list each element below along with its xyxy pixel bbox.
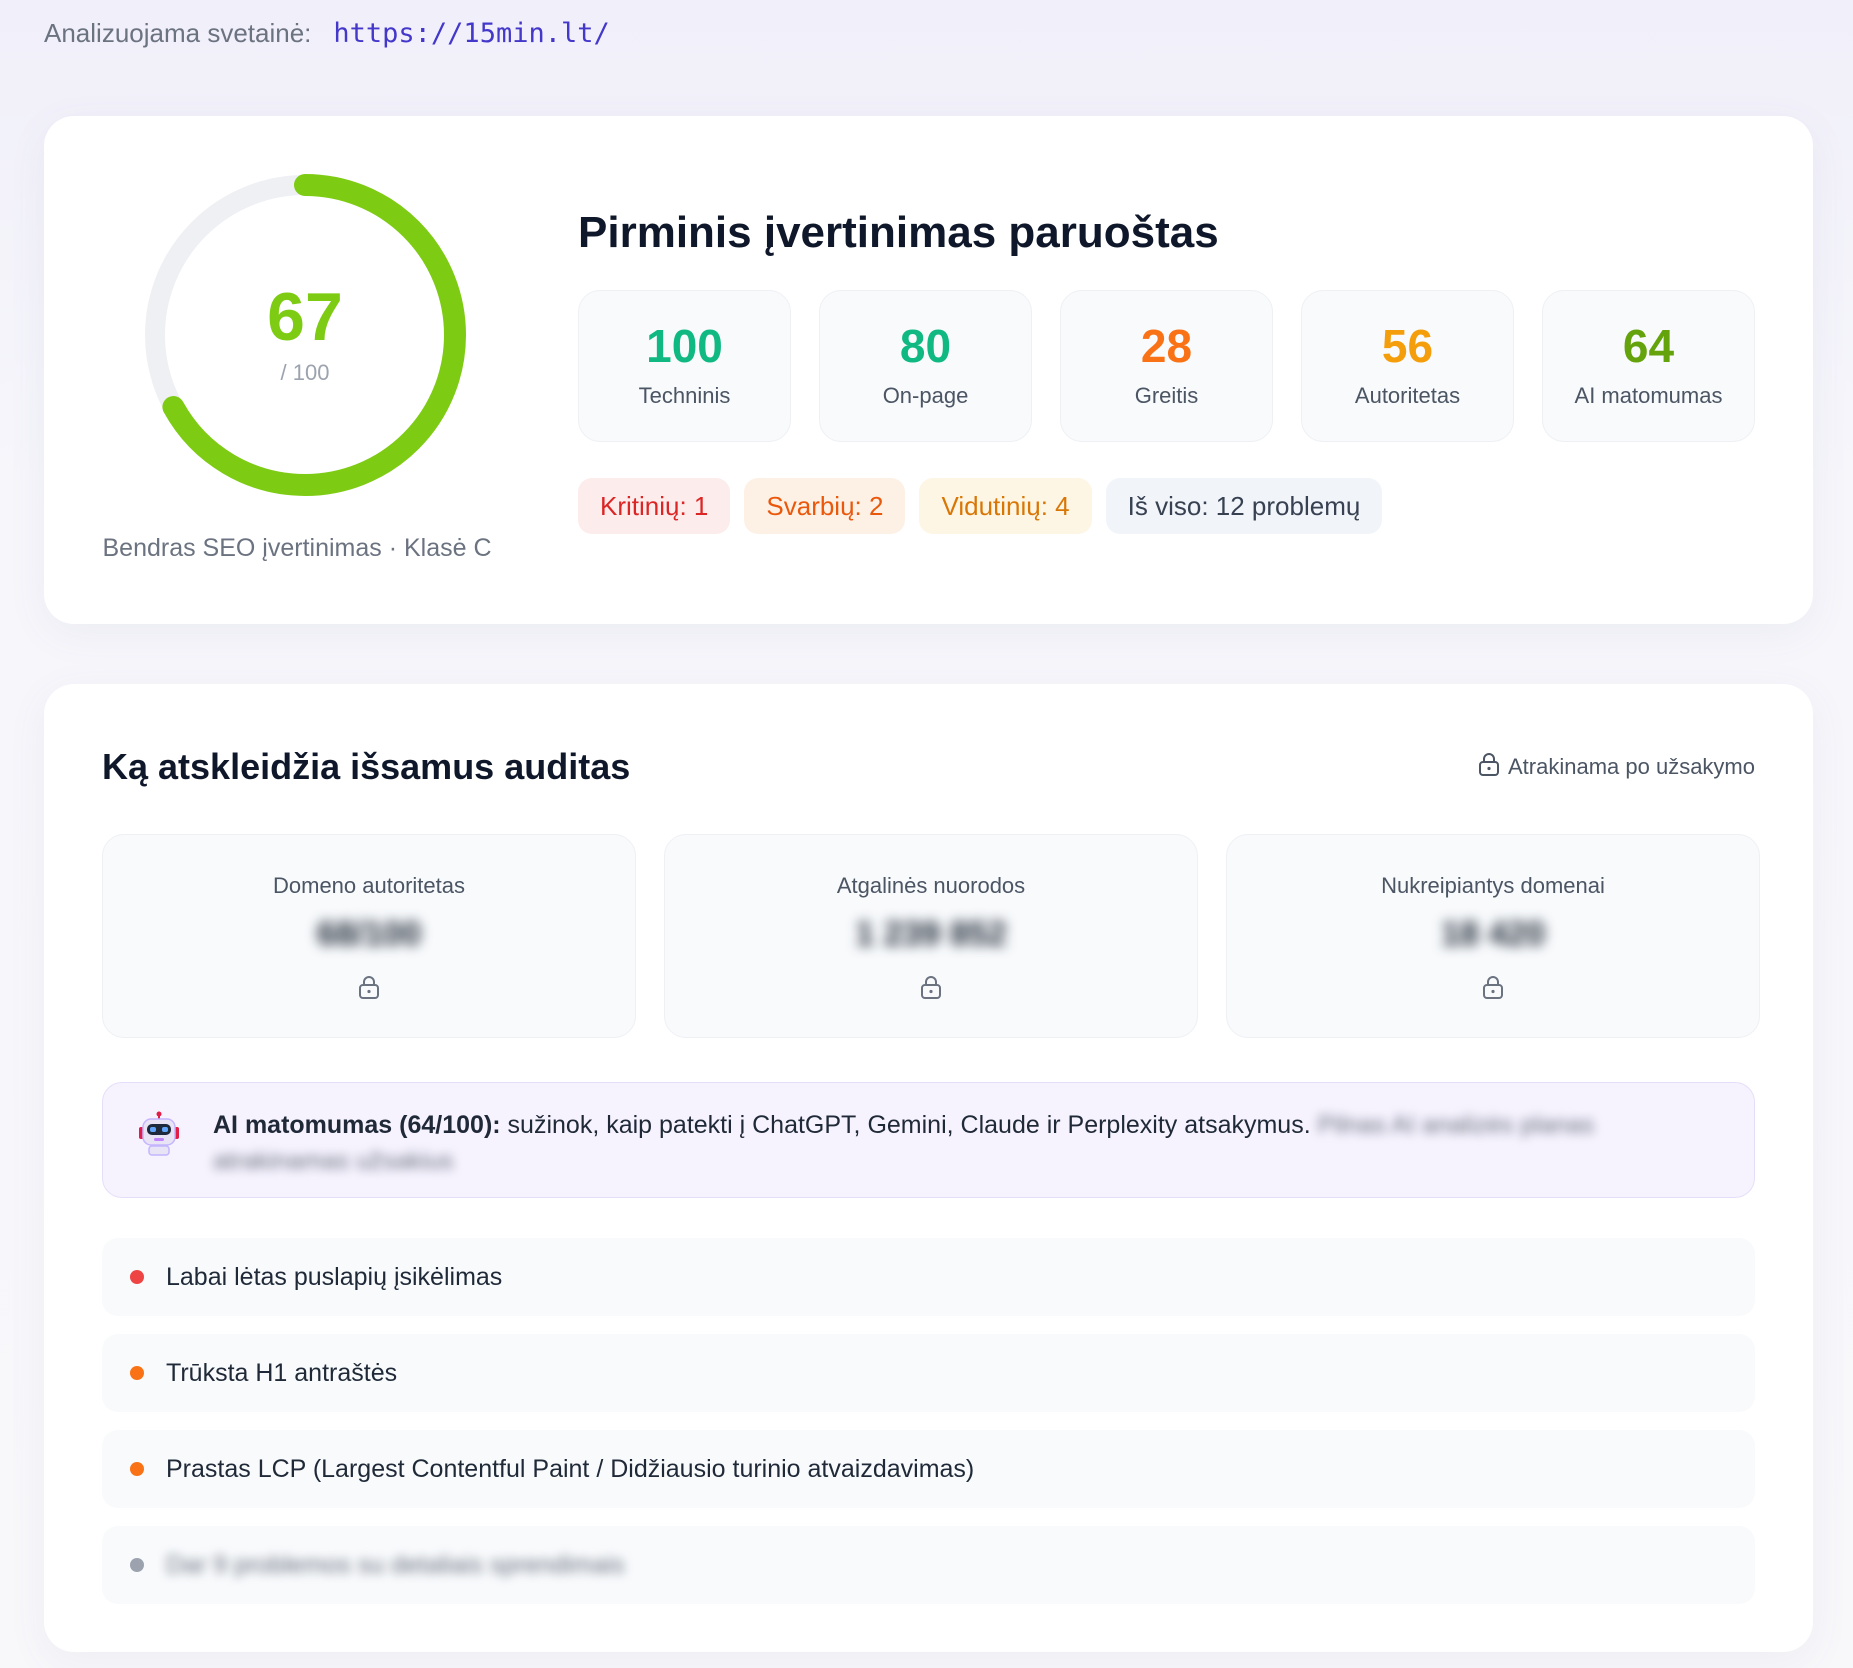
important-count-badge: Svarbių: 2 bbox=[744, 478, 906, 534]
score-max: / 100 bbox=[280, 360, 330, 385]
metric-referring-domains: Nukreipiantys domenai 18 420 bbox=[1226, 834, 1760, 1038]
score-card-label: AI matomumas bbox=[1574, 383, 1723, 408]
summary-card: 67 / 100 Bendras SEO įvertinimas · Klasė… bbox=[44, 116, 1813, 624]
critical-count-badge: Kritinių: 1 bbox=[578, 478, 731, 534]
issue-text: Prastas LCP (Largest Contentful Paint / … bbox=[166, 1454, 975, 1483]
score-card-label: Greitis bbox=[1134, 383, 1199, 408]
unlock-note: Atrakinama po užsakymo bbox=[1478, 752, 1755, 782]
issue-item: Trūksta H1 antraštės bbox=[102, 1334, 1755, 1412]
metric-label: Domeno autoritetas bbox=[273, 873, 465, 898]
locked-metrics: Domeno autoritetas 68/100 Atgalinės nuor… bbox=[102, 834, 1760, 1038]
score-gauge: 67 / 100 bbox=[140, 170, 470, 500]
score-card-onpage: 80 On-page bbox=[819, 290, 1032, 442]
metric-blurred-value: 1 239 852 bbox=[855, 915, 1007, 953]
severity-dot bbox=[130, 1558, 144, 1572]
issue-item-locked: Dar 9 problemos su detaliais sprendimais bbox=[102, 1526, 1755, 1604]
score-card-ai-visibility: 64 AI matomumas bbox=[1542, 290, 1755, 442]
audit-title: Ką atskleidžia išsamus auditas bbox=[102, 746, 631, 787]
severity-dot bbox=[130, 1270, 144, 1284]
metric-domain-authority: Domeno autoritetas 68/100 bbox=[102, 834, 636, 1038]
page-title: Pirminis įvertinimas paruoštas bbox=[578, 208, 1219, 257]
score-card-value: 100 bbox=[646, 320, 723, 372]
issue-text: Labai lėtas puslapių įsikėlimas bbox=[166, 1262, 503, 1291]
severity-dot bbox=[130, 1366, 144, 1380]
total-count-badge: Iš viso: 12 problemų bbox=[1105, 478, 1383, 534]
issue-item: Prastas LCP (Largest Contentful Paint / … bbox=[102, 1430, 1755, 1508]
audit-card: Ką atskleidžia išsamus auditas Atrakinam… bbox=[44, 684, 1813, 1652]
score-value: 67 bbox=[267, 279, 343, 355]
issue-counts: Kritinių: 1 Svarbių: 2 Vidutinių: 4 Iš v… bbox=[578, 478, 1383, 534]
score-card-value: 80 bbox=[899, 320, 952, 372]
score-card-label: Autoritetas bbox=[1354, 383, 1461, 408]
lock-icon bbox=[1478, 752, 1500, 782]
severity-dot bbox=[130, 1462, 144, 1476]
medium-count-badge: Vidutinių: 4 bbox=[919, 478, 1092, 534]
lock-icon bbox=[920, 975, 942, 1004]
lock-icon bbox=[1482, 975, 1504, 1004]
metric-blurred-value: 18 420 bbox=[1441, 915, 1545, 953]
metric-backlinks: Atgalinės nuorodos 1 239 852 bbox=[664, 834, 1198, 1038]
issue-item: Labai lėtas puslapių įsikėlimas bbox=[102, 1238, 1755, 1316]
issue-text-blurred: Dar 9 problemos su detaliais sprendimais bbox=[166, 1550, 625, 1579]
metric-blurred-value: 68/100 bbox=[317, 915, 421, 953]
score-card-value: 64 bbox=[1622, 320, 1675, 372]
score-card-value: 56 bbox=[1381, 320, 1434, 372]
category-scores: 100 Techninis 80 On-page 28 Greitis 56 A… bbox=[578, 290, 1755, 442]
robot-icon bbox=[137, 1111, 181, 1162]
issue-text: Trūksta H1 antraštės bbox=[166, 1358, 398, 1387]
analyzed-site-url[interactable]: https://15min.lt/ bbox=[333, 18, 609, 49]
ai-visibility-text: AI matomumas (64/100): sužinok, kaip pat… bbox=[213, 1107, 1713, 1179]
score-card-technical: 100 Techninis bbox=[578, 290, 791, 442]
lock-icon bbox=[358, 975, 380, 1004]
unlock-note-text: Atrakinama po užsakymo bbox=[1508, 754, 1755, 779]
score-card-authority: 56 Autoritetas bbox=[1301, 290, 1514, 442]
metric-label: Atgalinės nuorodos bbox=[836, 873, 1026, 898]
score-card-speed: 28 Greitis bbox=[1060, 290, 1273, 442]
ai-visibility-description: sužinok, kaip patekti į ChatGPT, Gemini,… bbox=[500, 1111, 1311, 1139]
ai-visibility-heading: AI matomumas (64/100): bbox=[213, 1111, 501, 1139]
ai-visibility-note: AI matomumas (64/100): sužinok, kaip pat… bbox=[102, 1082, 1755, 1198]
analyzed-site-label: Analizuojama svetainė: bbox=[44, 18, 312, 48]
score-card-value: 28 bbox=[1140, 320, 1193, 372]
score-card-label: Techninis bbox=[638, 383, 731, 408]
metric-label: Nukreipiantys domenai bbox=[1381, 873, 1605, 898]
analyzed-site: Analizuojama svetainė: https://15min.lt/ bbox=[44, 18, 610, 49]
score-card-label: On-page bbox=[882, 383, 969, 408]
score-caption: Bendras SEO įvertinimas · Klasė C bbox=[102, 534, 492, 562]
